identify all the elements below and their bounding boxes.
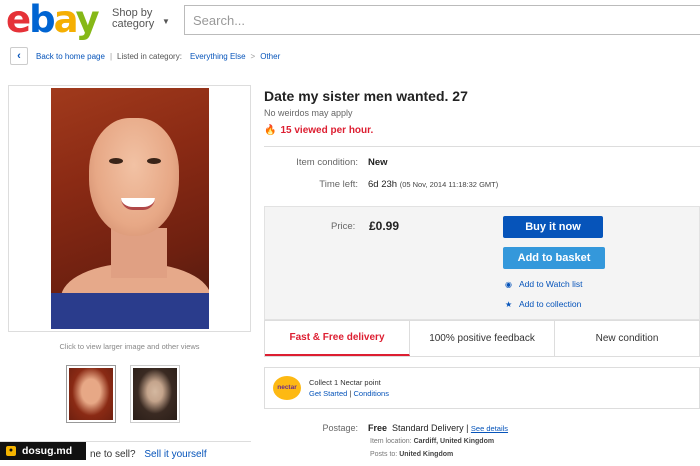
listing-title: Date my sister men wanted. 27 bbox=[264, 88, 468, 104]
time-left-row: Time left: 6d 23h (05 Nov, 2014 11:18:32 … bbox=[319, 179, 499, 190]
thumbnail-2[interactable] bbox=[130, 365, 180, 423]
nectar-logo: nectar bbox=[273, 376, 301, 400]
feature-feedback[interactable]: 100% positive feedback bbox=[410, 321, 555, 356]
add-to-collection-link[interactable]: ★ Add to collection bbox=[505, 299, 581, 309]
flame-icon: 🔥 bbox=[264, 125, 277, 136]
see-details-link[interactable]: See details bbox=[471, 424, 508, 433]
feature-delivery[interactable]: Fast & Free delivery bbox=[265, 321, 410, 356]
watermark-icon: ● bbox=[6, 446, 16, 456]
divider bbox=[264, 146, 700, 147]
buy-it-now-button[interactable]: Buy it now bbox=[503, 216, 603, 238]
site-watermark: ● dosug.md bbox=[0, 442, 86, 460]
main-image-frame[interactable] bbox=[8, 85, 251, 332]
get-started-link[interactable]: Get Started bbox=[309, 389, 347, 398]
breadcrumb: ‹ Back to home page | Listed in category… bbox=[10, 47, 280, 65]
chevron-down-icon: ▼ bbox=[162, 17, 170, 26]
star-icon: ★ bbox=[505, 300, 513, 309]
category-link-other[interactable]: Other bbox=[260, 52, 280, 61]
listed-in-label: Listed in category: bbox=[117, 51, 182, 61]
conditions-link[interactable]: Conditions bbox=[354, 389, 389, 398]
feature-condition[interactable]: New condition bbox=[555, 321, 699, 356]
listing-subtitle: No weirdos may apply bbox=[264, 108, 353, 118]
thumbnail-1[interactable] bbox=[66, 365, 116, 423]
add-to-watch-list-link[interactable]: ◉ Add to Watch list bbox=[505, 279, 582, 289]
item-location: Item location: Cardiff, United Kingdom bbox=[370, 438, 495, 445]
hot-indicator: 🔥 15 viewed per hour. bbox=[264, 125, 374, 136]
back-arrow-icon[interactable]: ‹ bbox=[10, 47, 28, 65]
nectar-box: nectar Collect 1 Nectar point Get Starte… bbox=[264, 367, 700, 409]
postage-row: Postage: Free Standard Delivery | See det… bbox=[322, 423, 509, 433]
category-link-everything-else[interactable]: Everything Else bbox=[190, 52, 246, 61]
back-to-home-link[interactable]: Back to home page bbox=[36, 52, 105, 61]
price-box: Price: £0.99 Buy it now Add to basket ◉ A… bbox=[264, 206, 700, 320]
item-condition-row: Item condition: New bbox=[296, 157, 388, 168]
eye-icon: ◉ bbox=[505, 280, 512, 289]
header: ebay Shop by category ▼ Search... bbox=[0, 0, 700, 40]
add-to-basket-button[interactable]: Add to basket bbox=[503, 247, 605, 269]
sell-it-yourself-link[interactable]: Sell it yourself bbox=[144, 449, 206, 460]
posts-to: Posts to: United Kingdom bbox=[370, 451, 454, 458]
shop-by-category-button[interactable]: Shop by category ▼ bbox=[112, 8, 170, 30]
main-photo[interactable] bbox=[51, 88, 209, 329]
ebay-logo[interactable]: ebay bbox=[6, 0, 100, 40]
feature-strip: Fast & Free delivery 100% positive feedb… bbox=[264, 320, 700, 357]
price-value: £0.99 bbox=[369, 219, 400, 233]
search-input[interactable]: Search... bbox=[184, 5, 700, 35]
image-caption: Click to view larger image and other vie… bbox=[59, 342, 200, 351]
